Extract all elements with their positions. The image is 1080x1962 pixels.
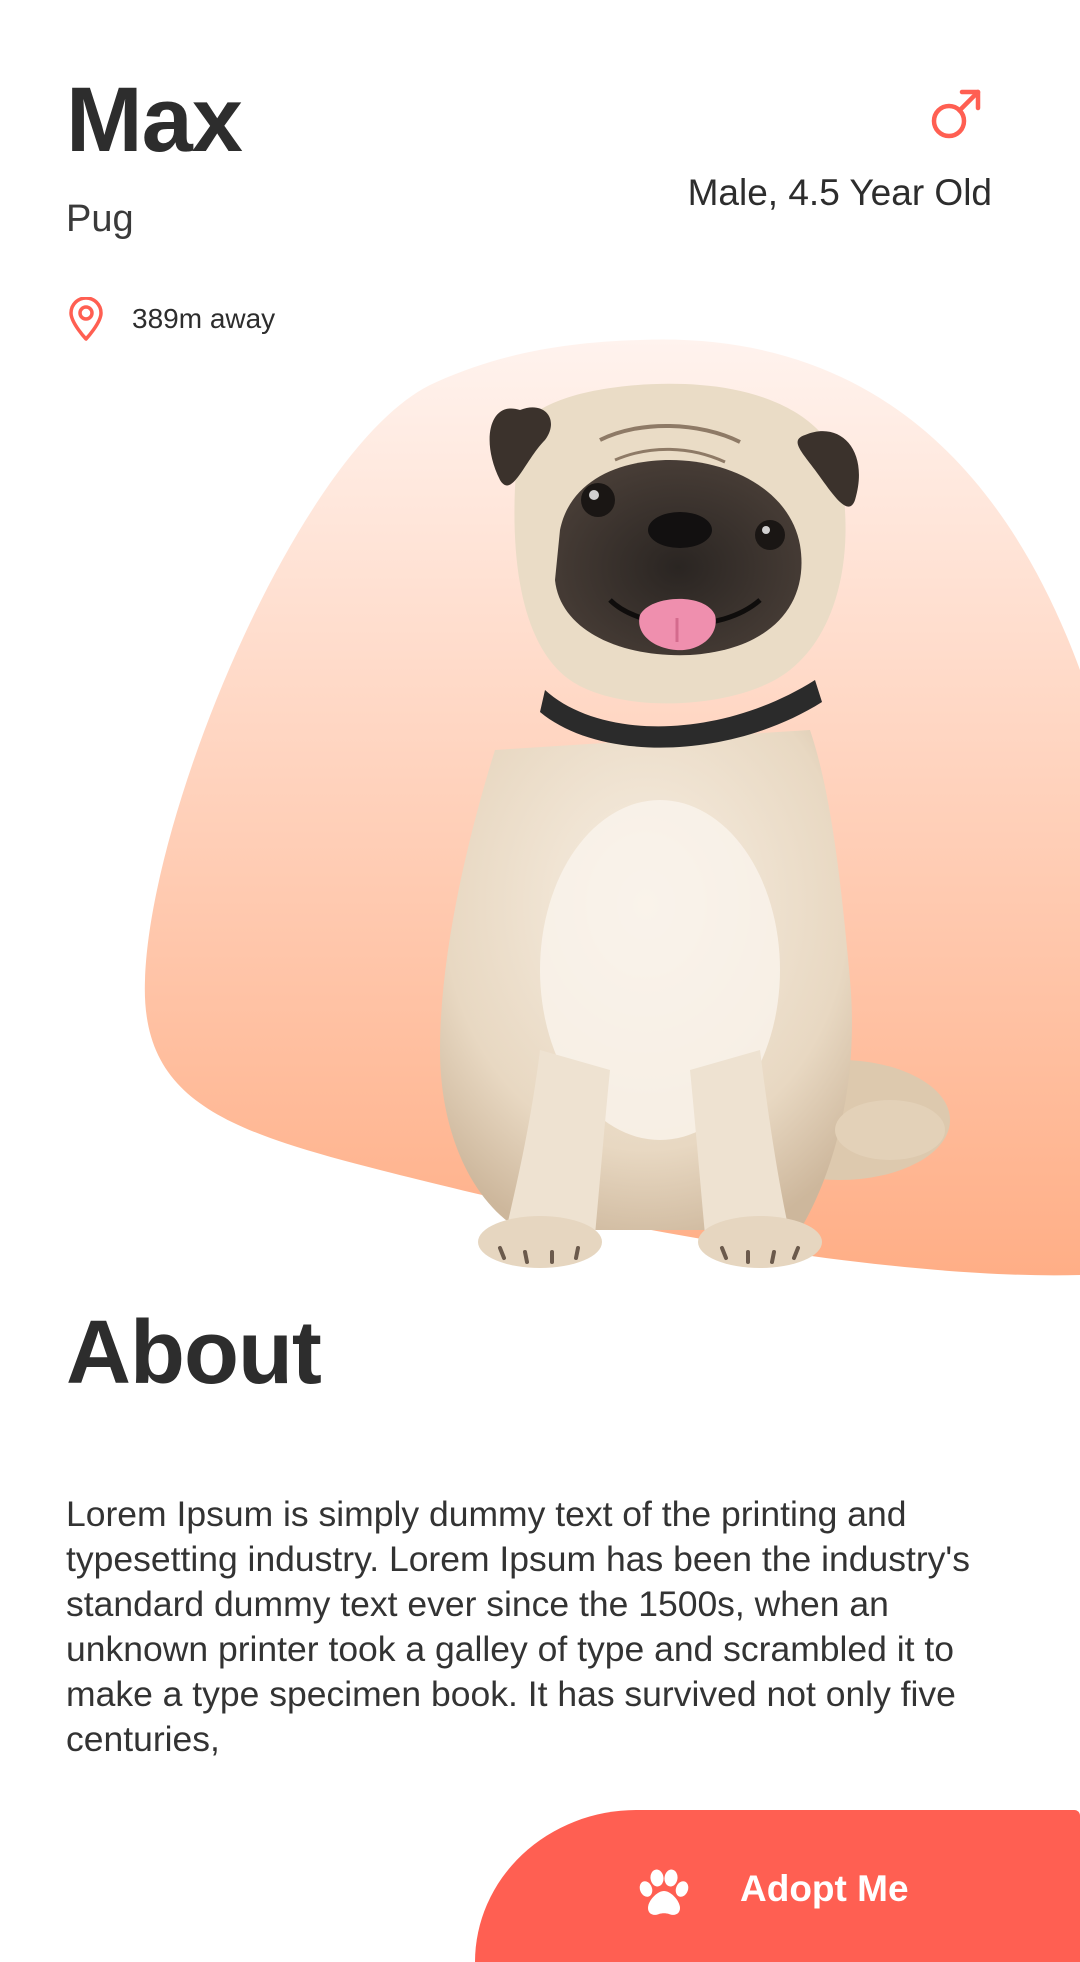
pet-breed: Pug [66,198,134,240]
adopt-me-label: Adopt Me [740,1868,909,1909]
about-description: Lorem Ipsum is simply dummy text of the … [66,1494,970,1759]
gender-age: Male, 4.5 Year Old [687,172,992,213]
hero-image [0,330,1080,1280]
pug-photo [144,339,1080,1276]
paw-icon [639,1869,689,1915]
about-title: About [66,1303,322,1403]
distance-label: 389m away [132,303,276,334]
male-icon [931,89,981,139]
adopt-me-button[interactable]: Adopt Me [475,1810,1080,1962]
pet-name: Max [66,69,243,171]
